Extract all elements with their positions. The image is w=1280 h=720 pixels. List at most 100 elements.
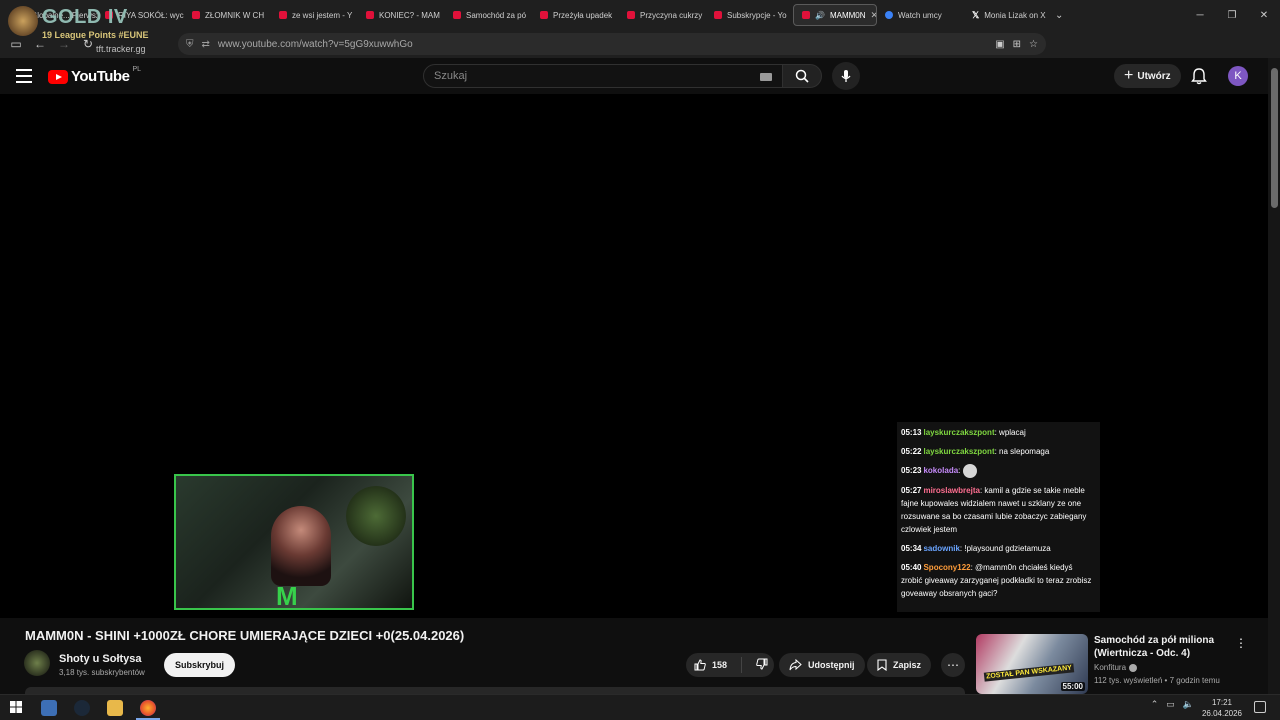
computer-app-icon[interactable] bbox=[41, 700, 57, 716]
create-button[interactable]: + Utwórz bbox=[1114, 64, 1181, 88]
address-bar[interactable]: ⛨ ⇄ www.youtube.com/watch?v=5gG9xuwwhGo … bbox=[178, 33, 1046, 55]
webcam-frame: M bbox=[174, 474, 414, 610]
search-input[interactable]: Szukaj bbox=[423, 64, 783, 88]
chat-message: 05:23 kokolada: bbox=[901, 464, 1096, 478]
windows-taskbar: ⌃ ▭ 🔈 17:21 26.04.2026 bbox=[0, 694, 1280, 720]
site-favicon-icon bbox=[885, 11, 893, 19]
recommended-meta: 112 tys. wyświetleń • 7 godzin temu bbox=[1094, 676, 1220, 685]
chat-message: 05:27 miroslawbrejta: kamil a gdzie se ta… bbox=[901, 484, 1096, 536]
like-button[interactable]: 158 bbox=[686, 657, 742, 673]
region-code: PL bbox=[132, 66, 141, 73]
rank-emblem-icon bbox=[8, 6, 38, 36]
tab-6[interactable]: Przeżyła upadek bbox=[532, 4, 619, 26]
tab-8[interactable]: Subskrypcje - Yo bbox=[706, 4, 793, 26]
search-button[interactable] bbox=[782, 64, 822, 88]
file-explorer-icon[interactable] bbox=[107, 700, 123, 716]
youtube-favicon-icon bbox=[714, 11, 722, 19]
permissions-icon[interactable]: ⇄ bbox=[202, 39, 210, 50]
hamburger-menu-icon[interactable] bbox=[16, 69, 32, 83]
channel-avatar[interactable] bbox=[24, 650, 50, 676]
save-label: Zapisz bbox=[893, 660, 922, 670]
logo-text: YouTube bbox=[71, 68, 130, 85]
share-label: Udostępnij bbox=[808, 660, 855, 670]
share-button[interactable]: Udostępnij bbox=[779, 653, 865, 677]
chat-time: 05:13 bbox=[901, 428, 922, 437]
youtube-favicon-icon bbox=[453, 11, 461, 19]
rank-text: GOLD IV bbox=[42, 6, 128, 28]
tab-11[interactable]: 𝕏 Monia Lizak on X bbox=[964, 4, 1051, 26]
bookmark-star-icon[interactable]: ☆ bbox=[1029, 39, 1038, 50]
volume-icon[interactable]: 🔈 bbox=[1183, 699, 1194, 710]
reader-icon[interactable]: ⊞ bbox=[1013, 39, 1021, 50]
tab-active[interactable]: 🔊MAMM0N✕ bbox=[793, 4, 877, 26]
restore-icon[interactable]: ❐ bbox=[1216, 10, 1248, 21]
page-scrollbar[interactable] bbox=[1268, 58, 1280, 694]
speaker-icon[interactable]: 🔊 bbox=[815, 11, 825, 20]
plant-image bbox=[346, 486, 406, 546]
close-window-icon[interactable]: ✕ bbox=[1248, 10, 1280, 21]
tab-label: Watch umcy bbox=[898, 10, 942, 20]
screen: Globalne... Pierwsze objawy RIYA SOKÓŁ: … bbox=[0, 0, 1280, 720]
duration-badge: 55:00 bbox=[1060, 682, 1085, 691]
youtube-logo[interactable]: YouTube PL bbox=[48, 66, 141, 85]
channel-name[interactable]: Shoty u Sołtysa bbox=[59, 653, 142, 665]
notifications-bell-icon[interactable] bbox=[1191, 67, 1207, 85]
tab-2[interactable]: ZŁOMNIK W CH bbox=[184, 4, 271, 26]
window-controls: ─ ❐ ✕ bbox=[1184, 0, 1280, 30]
x-logo-icon: 𝕏 bbox=[972, 9, 980, 20]
thumbs-down-icon bbox=[756, 658, 768, 670]
video-player[interactable]: M 05:13 layskurczakszpont: wplacaj 05:22 l… bbox=[0, 94, 1268, 618]
youtube-play-icon bbox=[48, 69, 68, 84]
save-button[interactable]: Zapisz bbox=[867, 653, 932, 677]
tab-3[interactable]: ze wsi jestem - Y bbox=[271, 4, 358, 26]
windows-start-icon[interactable] bbox=[10, 701, 22, 713]
keyboard-icon[interactable] bbox=[760, 73, 772, 81]
tab-4[interactable]: KONIEC? - MAM bbox=[358, 4, 445, 26]
chat-text: : !playsound gdzietamuza bbox=[959, 544, 1051, 553]
chat-text: : wplacaj bbox=[994, 428, 1026, 437]
thumbnail-caption: ZOSTAŁ PAN WSKAZANY bbox=[983, 663, 1075, 682]
voice-search-button[interactable] bbox=[832, 62, 860, 90]
recommended-channel[interactable]: Konfitura bbox=[1094, 663, 1138, 672]
recommended-thumbnail[interactable]: ZOSTAŁ PAN WSKAZANY 55:00 bbox=[976, 634, 1088, 694]
streamer-image bbox=[271, 506, 331, 586]
system-clock[interactable]: 17:21 26.04.2026 bbox=[1202, 697, 1242, 719]
share-icon bbox=[789, 659, 802, 671]
network-icon[interactable]: ▭ bbox=[1166, 699, 1175, 710]
tab-10[interactable]: Watch umcy bbox=[877, 4, 964, 26]
recommended-more-icon[interactable]: ⋮ bbox=[1235, 636, 1247, 650]
firefox-icon[interactable] bbox=[140, 700, 156, 716]
emote-icon bbox=[962, 464, 977, 478]
more-actions-icon[interactable]: ⋯ bbox=[941, 653, 965, 677]
subscribe-button[interactable]: Subskrybuj bbox=[164, 653, 236, 677]
chat-time: 05:27 bbox=[901, 486, 922, 495]
url-text[interactable]: www.youtube.com/watch?v=5gG9xuwwhGo bbox=[218, 39, 413, 50]
system-tray: ⌃ ▭ 🔈 bbox=[1151, 699, 1194, 710]
chat-text: : na slepomaga bbox=[994, 447, 1050, 456]
recommended-title[interactable]: Samochód za pół miliona (Wiertnicza - Od… bbox=[1094, 634, 1234, 660]
steam-icon[interactable] bbox=[74, 700, 90, 716]
site-info-icon[interactable]: ⛨ bbox=[186, 39, 194, 50]
tab-7[interactable]: Przyczyna cukrzy bbox=[619, 4, 706, 26]
browser-tab-bar: Globalne... Pierwsze objawy RIYA SOKÓŁ: … bbox=[0, 0, 1280, 30]
tray-chevron-icon[interactable]: ⌃ bbox=[1151, 699, 1159, 710]
tab-list-chevron-icon[interactable]: ⌄ bbox=[1055, 10, 1063, 21]
pip-icon[interactable]: ▣ bbox=[995, 39, 1004, 50]
account-avatar[interactable]: K bbox=[1228, 66, 1248, 86]
chat-time: 05:22 bbox=[901, 447, 922, 456]
scrollbar-thumb[interactable] bbox=[1271, 68, 1278, 208]
notifications-icon[interactable] bbox=[1254, 701, 1266, 713]
minimize-icon[interactable]: ─ bbox=[1184, 10, 1216, 21]
chat-message: 05:34 sadownik: !playsound gdzietamuza bbox=[901, 542, 1096, 555]
address-actions: ▣ ⊞ ☆ bbox=[995, 39, 1046, 50]
tab-label: ze wsi jestem - Y bbox=[292, 10, 353, 20]
tab-label: Przeżyła upadek bbox=[553, 10, 613, 20]
tab-5[interactable]: Samochód za pó bbox=[445, 4, 532, 26]
search-placeholder: Szukaj bbox=[434, 70, 468, 82]
youtube-favicon-icon bbox=[279, 11, 287, 19]
chat-message: 05:22 layskurczakszpont: na slepomaga bbox=[901, 445, 1096, 458]
youtube-favicon-icon bbox=[192, 11, 200, 19]
dislike-button[interactable] bbox=[748, 658, 768, 672]
youtube-favicon-icon bbox=[366, 11, 374, 19]
youtube-favicon-icon bbox=[802, 11, 810, 19]
